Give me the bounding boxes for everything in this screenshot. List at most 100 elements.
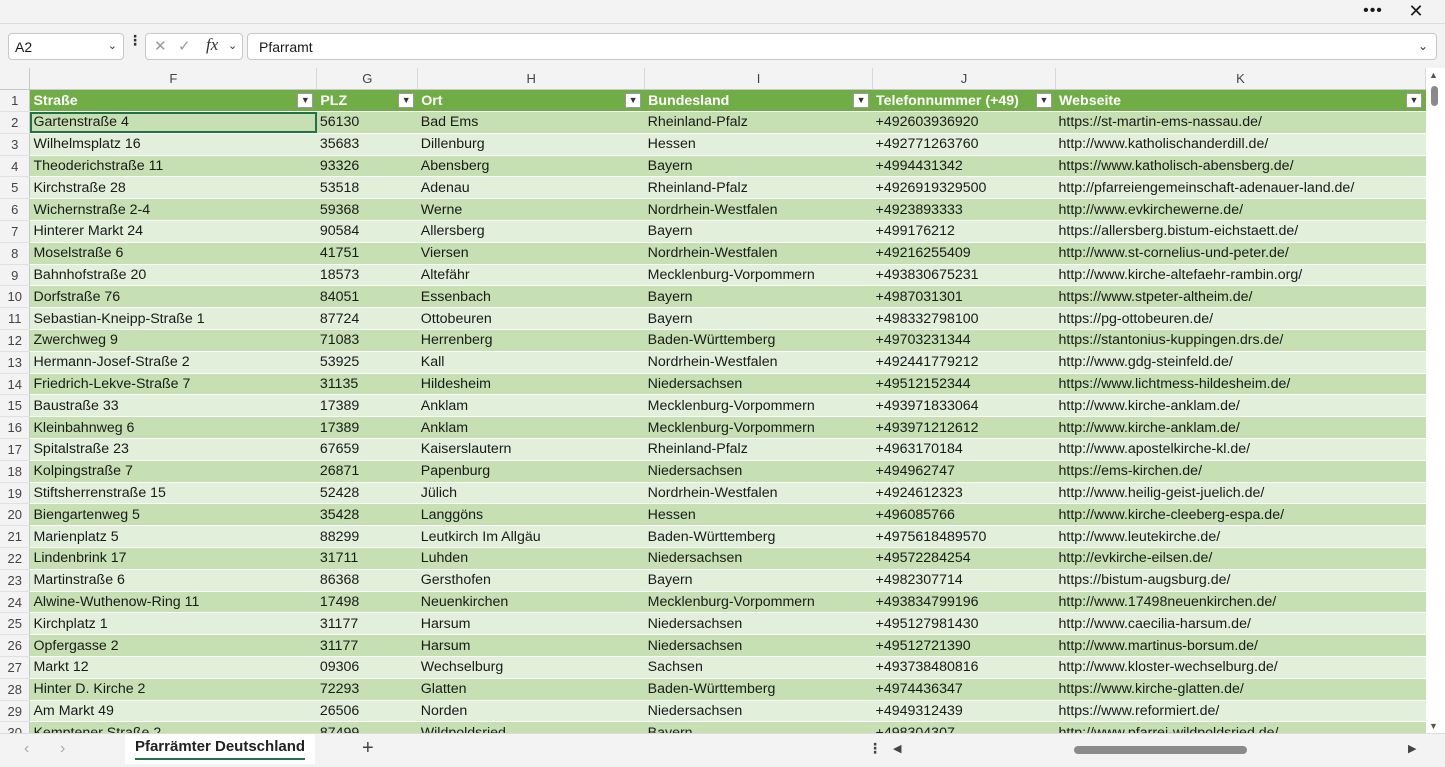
table-cell[interactable]: 31177 xyxy=(316,634,418,658)
filter-dropdown-icon[interactable]: ▼ xyxy=(1406,93,1422,109)
table-cell[interactable]: Dorfstraße 76 xyxy=(29,285,317,309)
table-cell[interactable]: https://bistum-augsburg.de/ xyxy=(1055,569,1426,592)
table-header-cell[interactable]: Straße ▼ xyxy=(29,89,318,113)
row-header[interactable]: 14 xyxy=(0,373,31,396)
row-header[interactable]: 12 xyxy=(0,329,31,352)
table-cell[interactable]: Harsum xyxy=(417,612,645,636)
table-cell[interactable]: http://www.gdg-steinfeld.de/ xyxy=(1055,351,1426,374)
table-cell[interactable]: Jülich xyxy=(417,482,645,505)
vertical-scrollbar[interactable]: ▲ ▼ xyxy=(1426,68,1445,733)
sheet-tab-pfarraemter[interactable]: Pfarrämter Deutschland xyxy=(125,734,315,764)
table-cell[interactable]: http://www.martinus-borsum.de/ xyxy=(1055,634,1426,658)
row-header[interactable]: 18 xyxy=(0,460,31,483)
table-cell[interactable]: Bayern xyxy=(644,285,873,309)
table-cell[interactable]: Viersen xyxy=(417,242,645,265)
table-cell[interactable]: http://pfarreiengemeinschaft-adenauer-la… xyxy=(1055,176,1426,200)
table-cell[interactable]: Altefähr xyxy=(417,264,645,287)
more-options-icon[interactable]: ••• xyxy=(1361,0,1385,24)
close-icon[interactable]: ✕ xyxy=(1405,0,1427,24)
column-header-f[interactable]: F xyxy=(29,68,318,91)
table-cell[interactable]: 87499 xyxy=(316,721,418,733)
row-header[interactable]: 4 xyxy=(0,155,31,178)
row-header[interactable]: 27 xyxy=(0,656,31,679)
table-cell[interactable]: Martinstraße 6 xyxy=(29,569,317,592)
table-cell[interactable]: Bad Ems xyxy=(417,111,645,134)
table-cell[interactable]: Rheinland-Pfalz xyxy=(644,111,873,134)
table-cell[interactable]: http://www.17498neuenkirchen.de/ xyxy=(1055,591,1426,614)
table-cell[interactable]: 18573 xyxy=(316,264,418,287)
table-cell[interactable]: Anklam xyxy=(417,416,645,440)
table-cell[interactable]: Hermann-Josef-Straße 2 xyxy=(29,351,317,374)
table-cell[interactable]: +49572284254 xyxy=(872,547,1056,570)
table-cell[interactable]: Hildesheim xyxy=(417,373,645,396)
row-header[interactable]: 8 xyxy=(0,242,31,265)
row-header[interactable]: 29 xyxy=(0,700,31,723)
table-cell[interactable]: +493738480816 xyxy=(872,656,1056,679)
table-cell[interactable]: Hessen xyxy=(644,133,873,156)
table-cell[interactable]: Glatten xyxy=(417,678,645,701)
table-cell[interactable]: 26506 xyxy=(316,700,418,723)
table-cell[interactable]: +492771263760 xyxy=(872,133,1056,156)
vertical-dots-icon[interactable]: ⋮ xyxy=(868,740,882,757)
table-cell[interactable]: +4963170184 xyxy=(872,438,1056,461)
previous-sheet-icon[interactable]: ‹ xyxy=(24,740,29,758)
row-header[interactable]: 22 xyxy=(0,547,31,570)
table-cell[interactable]: Ottobeuren xyxy=(417,307,645,331)
table-cell[interactable]: Herrenberg xyxy=(417,329,645,352)
table-cell[interactable]: Kirchstraße 28 xyxy=(29,176,317,200)
table-cell[interactable]: Biengartenweg 5 xyxy=(29,503,317,527)
table-cell[interactable]: +4987031301 xyxy=(872,285,1056,309)
table-cell[interactable]: Kirchplatz 1 xyxy=(29,612,317,636)
table-cell[interactable]: Harsum xyxy=(417,634,645,658)
table-cell[interactable]: Mecklenburg-Vorpommern xyxy=(644,394,873,418)
table-cell[interactable]: 35428 xyxy=(316,503,418,527)
row-header[interactable]: 20 xyxy=(0,503,31,527)
table-cell[interactable]: 09306 xyxy=(316,656,418,679)
table-cell[interactable]: Niedersachsen xyxy=(644,547,873,570)
table-cell[interactable]: http://www.kirche-anklam.de/ xyxy=(1055,394,1426,418)
table-cell[interactable]: 84051 xyxy=(316,285,418,309)
table-cell[interactable]: Adenau xyxy=(417,176,645,200)
row-header[interactable]: 1 xyxy=(0,89,31,113)
table-cell[interactable]: Luhden xyxy=(417,547,645,570)
table-cell[interactable]: Sachsen xyxy=(644,656,873,679)
row-header[interactable]: 23 xyxy=(0,569,31,592)
table-cell[interactable]: Stiftsherrenstraße 15 xyxy=(29,482,317,505)
table-cell[interactable]: Neuenkirchen xyxy=(417,591,645,614)
table-cell[interactable]: Hinter D. Kirche 2 xyxy=(29,678,317,701)
table-header-cell[interactable]: PLZ ▼ xyxy=(316,89,419,113)
table-cell[interactable]: Alwine-Wuthenow-Ring 11 xyxy=(29,591,317,614)
table-cell[interactable]: http://www.st-cornelius-und-peter.de/ xyxy=(1055,242,1426,265)
table-cell[interactable]: https://allersberg.bistum-eichstaett.de/ xyxy=(1055,220,1426,243)
table-cell[interactable]: Wechselburg xyxy=(417,656,645,679)
table-cell[interactable]: http://www.pfarrei-wildpoldsried.de/ xyxy=(1055,721,1426,733)
row-header[interactable]: 15 xyxy=(0,394,31,418)
table-cell[interactable]: https://www.stpeter-altheim.de/ xyxy=(1055,285,1426,309)
table-cell[interactable]: http://www.kirche-cleeberg-espa.de/ xyxy=(1055,503,1426,527)
table-cell[interactable]: https://www.kirche-glatten.de/ xyxy=(1055,678,1426,701)
table-cell[interactable]: Baden-Württemberg xyxy=(644,329,873,352)
table-header-cell[interactable]: Telefonnummer (+49) ▼ xyxy=(872,89,1056,113)
table-cell[interactable]: 88299 xyxy=(316,525,418,549)
table-cell[interactable]: +493971833064 xyxy=(872,394,1056,418)
table-cell[interactable]: +4926919329500 xyxy=(872,176,1056,200)
table-cell[interactable]: Baden-Württemberg xyxy=(644,525,873,549)
row-header[interactable]: 17 xyxy=(0,438,31,461)
scroll-up-icon[interactable]: ▲ xyxy=(1429,70,1438,80)
row-header[interactable]: 24 xyxy=(0,591,31,614)
row-header[interactable]: 3 xyxy=(0,133,31,156)
table-cell[interactable]: http://evkirche-eilsen.de/ xyxy=(1055,547,1426,570)
table-cell[interactable]: Leutkirch Im Allgäu xyxy=(417,525,645,549)
table-cell[interactable]: +49216255409 xyxy=(872,242,1056,265)
table-cell[interactable]: Gersthofen xyxy=(417,569,645,592)
row-header[interactable]: 21 xyxy=(0,525,31,549)
table-cell[interactable]: Wichernstraße 2-4 xyxy=(29,198,317,222)
scroll-right-icon[interactable]: ▶ xyxy=(1408,742,1416,755)
table-cell[interactable]: Bayern xyxy=(644,307,873,331)
column-header-g[interactable]: G xyxy=(316,68,419,91)
table-cell[interactable]: https://st-martin-ems-nassau.de/ xyxy=(1055,111,1426,134)
table-cell[interactable]: Kleinbahnweg 6 xyxy=(29,416,317,440)
table-cell[interactable]: +49512152344 xyxy=(872,373,1056,396)
table-cell[interactable]: Bayern xyxy=(644,569,873,592)
table-cell[interactable]: 53518 xyxy=(316,176,418,200)
